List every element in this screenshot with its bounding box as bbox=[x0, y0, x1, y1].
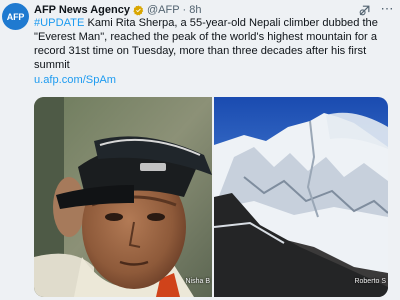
everest-mountain-image bbox=[214, 97, 388, 297]
photo-credit-right: Roberto S bbox=[354, 278, 386, 285]
separator-dot: · bbox=[182, 4, 187, 16]
photo-climber[interactable]: Nisha B bbox=[34, 97, 212, 297]
tweet-card[interactable]: AFP AFP News Agency @AFP · 8h ⋯ #UPDATE … bbox=[0, 0, 400, 300]
timestamp[interactable]: 8h bbox=[189, 4, 201, 16]
tweet-text: #UPDATE Kami Rita Sherpa, a 55-year-old … bbox=[34, 16, 396, 72]
account-name[interactable]: AFP News Agency bbox=[34, 4, 130, 16]
photo-credit-left: Nisha B bbox=[185, 278, 210, 285]
tweet-text-line-3: record 31st time on Tuesday, more than t… bbox=[34, 45, 367, 71]
avatar[interactable]: AFP bbox=[2, 3, 29, 30]
hashtag-link[interactable]: #UPDATE bbox=[34, 17, 84, 29]
tweet-header: AFP News Agency @AFP · 8h bbox=[34, 3, 201, 17]
climber-portrait-image bbox=[34, 97, 212, 297]
article-link[interactable]: u.afp.com/SpAm bbox=[34, 74, 116, 86]
tweet-text-line-2: "Everest Man", reached the peak of the w… bbox=[34, 31, 377, 43]
more-options-icon[interactable]: ⋯ bbox=[378, 1, 396, 17]
avatar-label: AFP bbox=[6, 11, 25, 22]
verified-badge-icon bbox=[133, 4, 144, 16]
media-grid: Nisha B Roberto S bbox=[34, 97, 388, 297]
photo-everest[interactable]: Roberto S bbox=[214, 97, 388, 297]
account-handle[interactable]: @AFP bbox=[147, 4, 180, 16]
tweet-text-line-1: Kami Rita Sherpa, a 55-year-old Nepali c… bbox=[84, 17, 378, 29]
